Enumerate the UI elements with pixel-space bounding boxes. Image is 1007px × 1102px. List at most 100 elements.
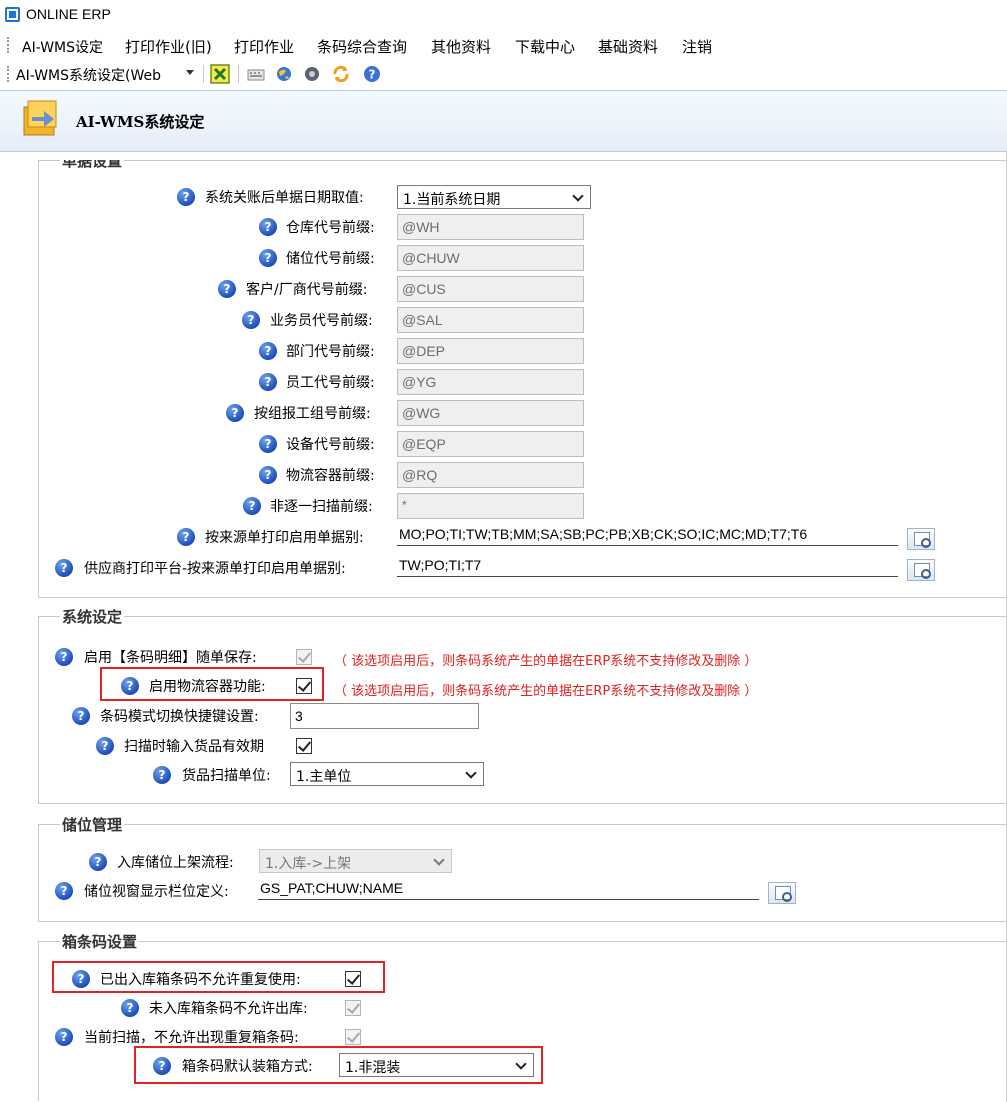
putaway-flow-label: 入库储位上架流程: xyxy=(117,855,234,871)
workgroup-prefix-label: 按组报工组号前缀: xyxy=(254,406,371,422)
source-print-types-label: 按来源单打印启用单据别: xyxy=(205,530,364,546)
lookup-icon[interactable] xyxy=(907,559,935,581)
non-sequential-prefix-input[interactable]: * xyxy=(397,493,584,519)
container-prefix-label: 物流容器前缀: xyxy=(286,468,375,484)
toolbar-separator xyxy=(238,65,239,83)
putaway-flow-select[interactable]: 1.入库->上架 xyxy=(259,849,452,873)
salesman-prefix-input[interactable]: @SAL xyxy=(397,307,584,333)
scan-unit-select[interactable]: 1.主单位 xyxy=(290,762,484,786)
help-icon[interactable]: ? xyxy=(242,311,260,329)
chevron-down-icon xyxy=(433,854,445,866)
menubar-grip-icon[interactable] xyxy=(7,37,9,53)
menu-barcode-query[interactable]: 条码综合查询 xyxy=(317,36,407,57)
menu-base-data[interactable]: 基础资料 xyxy=(598,36,658,57)
page-title: AI-WMS系统设定 xyxy=(76,113,205,131)
window-title: ONLINE ERP xyxy=(26,6,111,22)
chevron-down-icon[interactable] xyxy=(186,70,194,75)
help-icon[interactable]: ? xyxy=(226,404,244,422)
disc-icon[interactable] xyxy=(302,64,322,84)
shortcut-label: 条码模式切换快捷键设置: xyxy=(100,709,259,725)
help-icon[interactable]: ? xyxy=(259,342,277,360)
lookup-icon[interactable] xyxy=(768,882,796,904)
menu-ai-wms-settings[interactable]: AI-WMS设定 xyxy=(22,37,103,57)
help-icon[interactable]: ? xyxy=(243,497,261,515)
warehouse-prefix-input[interactable]: @WH xyxy=(397,214,584,240)
employee-prefix-input[interactable]: @YG xyxy=(397,369,584,395)
workgroup-prefix-input[interactable]: @WG xyxy=(397,400,584,426)
lookup-icon[interactable] xyxy=(907,528,935,550)
menu-logout[interactable]: 注销 xyxy=(682,36,712,57)
help-icon[interactable]: ? xyxy=(177,188,195,206)
toolbar-module-combo[interactable]: AI-WMS系统设定(Web xyxy=(16,65,161,85)
source-print-types-input[interactable]: MO;PO;TI;TW;TB;MM;SA;SB;PC;PB;XB;CK;SO;I… xyxy=(397,524,898,546)
close-date-select[interactable]: 1.当前系统日期 xyxy=(397,185,591,209)
menu-print-old[interactable]: 打印作业(旧) xyxy=(125,36,212,57)
excel-icon[interactable] xyxy=(210,64,230,84)
packing-mode-select[interactable]: 1.非混装 xyxy=(339,1053,534,1077)
toolbar-separator xyxy=(203,65,204,83)
logistics-container-label: 启用物流容器功能: xyxy=(149,679,266,695)
non-sequential-prefix-label: 非逐一扫描前缀: xyxy=(270,499,373,515)
help-icon[interactable]: ? xyxy=(218,280,236,298)
help-icon[interactable]: ? xyxy=(259,435,277,453)
supplier-print-types-input[interactable]: TW;PO;TI;T7 xyxy=(397,555,898,577)
scan-unit-label: 货品扫描单位: xyxy=(182,768,271,784)
location-prefix-input[interactable]: @CHUW xyxy=(397,245,584,271)
expiry-scan-checkbox[interactable] xyxy=(296,738,312,754)
employee-prefix-label: 员工代号前缀: xyxy=(286,375,375,391)
help-icon[interactable]: ? xyxy=(96,737,114,755)
no-dup-scan-checkbox[interactable] xyxy=(345,1029,361,1045)
warning-note: （ 该选项启用后，则条码系统产生的单据在ERP系统不支持修改及删除 ） xyxy=(334,654,758,669)
menu-download-center[interactable]: 下载中心 xyxy=(515,36,575,57)
help-icon[interactable]: ? xyxy=(259,218,277,236)
app-icon xyxy=(5,7,20,22)
chevron-down-icon xyxy=(515,1058,527,1070)
help-icon[interactable]: ? xyxy=(153,766,171,784)
location-management-title: 储位管理 xyxy=(60,814,125,835)
warehouse-prefix-label: 仓库代号前缀: xyxy=(286,220,375,236)
help-icon[interactable]: ? xyxy=(259,373,277,391)
window-columns-input[interactable]: GS_PAT;CHUW;NAME xyxy=(258,878,759,900)
help-icon[interactable]: ? xyxy=(153,1057,171,1075)
shortcut-input[interactable]: 3 xyxy=(290,703,479,729)
keyboard-icon[interactable] xyxy=(246,64,266,84)
help-icon[interactable]: ? xyxy=(55,1028,73,1046)
help-icon[interactable]: ? xyxy=(177,528,195,546)
not-in-no-out-label: 未入库箱条码不允许出库: xyxy=(149,1001,308,1017)
help-icon[interactable]: ? xyxy=(121,677,139,695)
settings-module-icon xyxy=(23,100,57,136)
location-management-section xyxy=(38,824,1007,922)
scan-unit-value: 1.主单位 xyxy=(296,769,352,785)
department-prefix-label: 部门代号前缀: xyxy=(286,344,375,360)
refresh-icon[interactable] xyxy=(331,64,351,84)
container-prefix-input[interactable]: @RQ xyxy=(397,462,584,488)
help-icon[interactable]: ? xyxy=(55,882,73,900)
help-circle-icon[interactable]: ? xyxy=(362,64,382,84)
packing-mode-value: 1.非混装 xyxy=(345,1060,401,1076)
help-icon[interactable]: ? xyxy=(89,853,107,871)
chevron-down-icon xyxy=(465,767,477,779)
barcode-detail-save-checkbox[interactable] xyxy=(296,649,312,665)
menu-print[interactable]: 打印作业 xyxy=(234,36,294,57)
not-in-no-out-checkbox[interactable] xyxy=(345,1000,361,1016)
logistics-container-checkbox[interactable] xyxy=(296,678,312,694)
toolbar-grip-icon[interactable] xyxy=(7,66,9,82)
packing-mode-label: 箱条码默认装箱方式: xyxy=(182,1059,313,1075)
help-icon[interactable]: ? xyxy=(72,707,90,725)
help-icon[interactable]: ? xyxy=(259,249,277,267)
department-prefix-input[interactable]: @DEP xyxy=(397,338,584,364)
help-icon[interactable]: ? xyxy=(121,999,139,1017)
svg-text:?: ? xyxy=(369,68,376,82)
no-reuse-checkbox[interactable] xyxy=(345,971,361,987)
help-icon[interactable]: ? xyxy=(55,648,73,666)
document-settings-title: 单据设置 xyxy=(60,152,125,171)
menu-other-data[interactable]: 其他资料 xyxy=(431,36,491,57)
customer-prefix-input[interactable]: @CUS xyxy=(397,276,584,302)
globe-icon[interactable] xyxy=(274,64,294,84)
close-date-label: 系统关账后单据日期取值: xyxy=(205,190,364,206)
chevron-down-icon xyxy=(572,190,584,202)
equipment-prefix-input[interactable]: @EQP xyxy=(397,431,584,457)
help-icon[interactable]: ? xyxy=(55,559,73,577)
help-icon[interactable]: ? xyxy=(72,970,90,988)
help-icon[interactable]: ? xyxy=(259,466,277,484)
